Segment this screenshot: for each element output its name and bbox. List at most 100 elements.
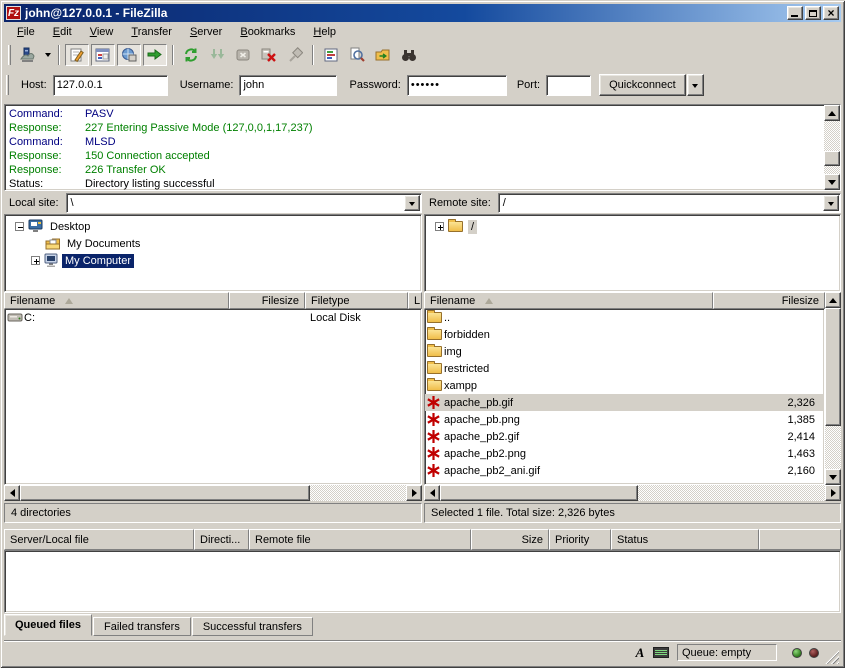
remote-file-row[interactable]: apache_pb2.png 1,463 [425,445,824,462]
speed-limits-icon[interactable] [652,645,670,661]
minimize-button[interactable] [787,6,803,20]
remote-file-row[interactable]: restricted [425,360,824,377]
log-line: Command:MLSD [9,135,836,149]
tab-failed-transfers[interactable]: Failed transfers [93,617,191,636]
resize-grip[interactable] [825,650,839,664]
column-header-size[interactable]: Size [471,529,549,550]
column-header-filetype[interactable]: Filetype [305,292,408,309]
local-file-row[interactable]: C: Local Disk [5,309,421,326]
host-input[interactable] [53,75,168,96]
file-name: img [444,346,815,358]
local-hscrollbar[interactable] [4,485,422,501]
scroll-track[interactable] [310,485,406,501]
local-directory-tree[interactable]: Desktop My Documents My Computer [4,214,422,292]
column-header-status[interactable]: Status [611,529,759,550]
column-header-filesize[interactable]: Filesize [229,292,305,309]
menu-view[interactable]: View [81,24,123,40]
tree-item-my-computer[interactable]: My Computer [7,252,419,269]
column-header-remote-file[interactable]: Remote file [249,529,471,550]
column-header-priority[interactable]: Priority [549,529,611,550]
menu-server[interactable]: Server [181,24,231,40]
toggle-message-log-button[interactable] [65,44,89,66]
scroll-track[interactable] [638,485,825,501]
quickconnect-dropdown-button[interactable] [687,74,704,96]
synchronized-browsing-button[interactable] [397,44,421,66]
password-input[interactable] [407,75,507,96]
remote-file-list[interactable]: .. forbidden img restricted xampp [424,309,825,485]
queue-list[interactable] [4,550,841,613]
port-input[interactable] [546,75,591,96]
transfer-type-icon[interactable] [631,645,649,661]
local-site-dropdown-button[interactable] [404,195,420,211]
column-header-server-local-file[interactable]: Server/Local file [4,529,194,550]
local-file-list[interactable]: C: Local Disk [4,309,422,485]
remote-file-row[interactable]: img [425,343,824,360]
reconnect-button[interactable] [283,44,307,66]
tab-queued-files[interactable]: Queued files [4,614,92,636]
collapse-icon[interactable] [15,222,24,231]
remote-hscrollbar[interactable] [424,485,841,501]
log-scrollbar[interactable] [824,105,840,190]
remote-file-row[interactable]: apache_pb2_ani.gif 2,160 [425,462,824,479]
scroll-right-button[interactable] [825,485,841,501]
toggle-local-tree-button[interactable] [91,44,115,66]
disconnect-button[interactable] [257,44,281,66]
column-header-filename[interactable]: Filename [4,292,229,309]
remote-file-row[interactable]: apache_pb2.gif 2,414 [425,428,824,445]
menu-file[interactable]: File [8,24,44,40]
process-queue-button[interactable] [205,44,229,66]
remote-file-row[interactable]: apache_pb.png 1,385 [425,411,824,428]
menu-edit[interactable]: Edit [44,24,81,40]
remote-file-row[interactable]: xampp [425,377,824,394]
tree-item-root[interactable]: / [427,218,838,235]
scroll-thumb[interactable] [440,485,638,501]
remote-directory-tree[interactable]: / [424,214,841,292]
message-log[interactable]: Command:PASV Response:227 Entering Passi… [4,104,841,191]
remote-file-row-selected[interactable]: apache_pb.gif 2,326 [425,394,824,411]
tree-item-my-documents[interactable]: My Documents [7,235,419,252]
scroll-right-button[interactable] [406,485,422,501]
remote-site-dropdown-button[interactable] [823,195,839,211]
refresh-button[interactable] [179,44,203,66]
scroll-thumb[interactable] [824,151,840,166]
file-search-button[interactable] [345,44,369,66]
expand-icon[interactable] [435,222,444,231]
scroll-up-button[interactable] [825,292,841,308]
directory-comparison-button[interactable] [371,44,395,66]
toggle-remote-tree-button[interactable] [117,44,141,66]
scroll-left-button[interactable] [424,485,440,501]
local-site-combobox[interactable]: \ [66,193,422,213]
menu-help[interactable]: Help [304,24,345,40]
filename-filters-button[interactable] [319,44,343,66]
scroll-track[interactable] [824,121,840,174]
remote-pane: Remote site: / / Filename Filesize . [424,192,841,523]
scroll-up-button[interactable] [824,105,840,121]
username-input[interactable] [239,75,337,96]
remote-file-row[interactable]: forbidden [425,326,824,343]
expand-icon[interactable] [31,256,40,265]
column-header-filesize[interactable]: Filesize [713,292,825,309]
scroll-track[interactable] [825,426,841,469]
column-header-filename[interactable]: Filename [424,292,713,309]
site-manager-dropdown-button[interactable] [41,44,54,66]
cancel-operation-button[interactable] [231,44,255,66]
remote-file-row[interactable]: .. [425,309,824,326]
menu-transfer[interactable]: Transfer [122,24,181,40]
maximize-button[interactable] [805,6,821,20]
tab-successful-transfers[interactable]: Successful transfers [192,617,313,636]
scroll-thumb[interactable] [20,485,310,501]
scroll-thumb[interactable] [825,308,841,426]
quickconnect-button[interactable]: Quickconnect [599,74,686,96]
scroll-down-button[interactable] [825,469,841,485]
scroll-down-button[interactable] [824,174,840,190]
site-manager-button[interactable] [16,44,40,66]
column-header-direction[interactable]: Directi... [194,529,249,550]
remote-site-combobox[interactable]: / [498,193,841,213]
tree-item-desktop[interactable]: Desktop [7,218,419,235]
column-header-last-modified[interactable]: L [408,292,422,309]
remote-vscrollbar[interactable] [825,292,841,485]
scroll-left-button[interactable] [4,485,20,501]
menu-bookmarks[interactable]: Bookmarks [231,24,304,40]
toggle-queue-button[interactable] [143,44,167,66]
close-button[interactable]: × [823,6,839,20]
